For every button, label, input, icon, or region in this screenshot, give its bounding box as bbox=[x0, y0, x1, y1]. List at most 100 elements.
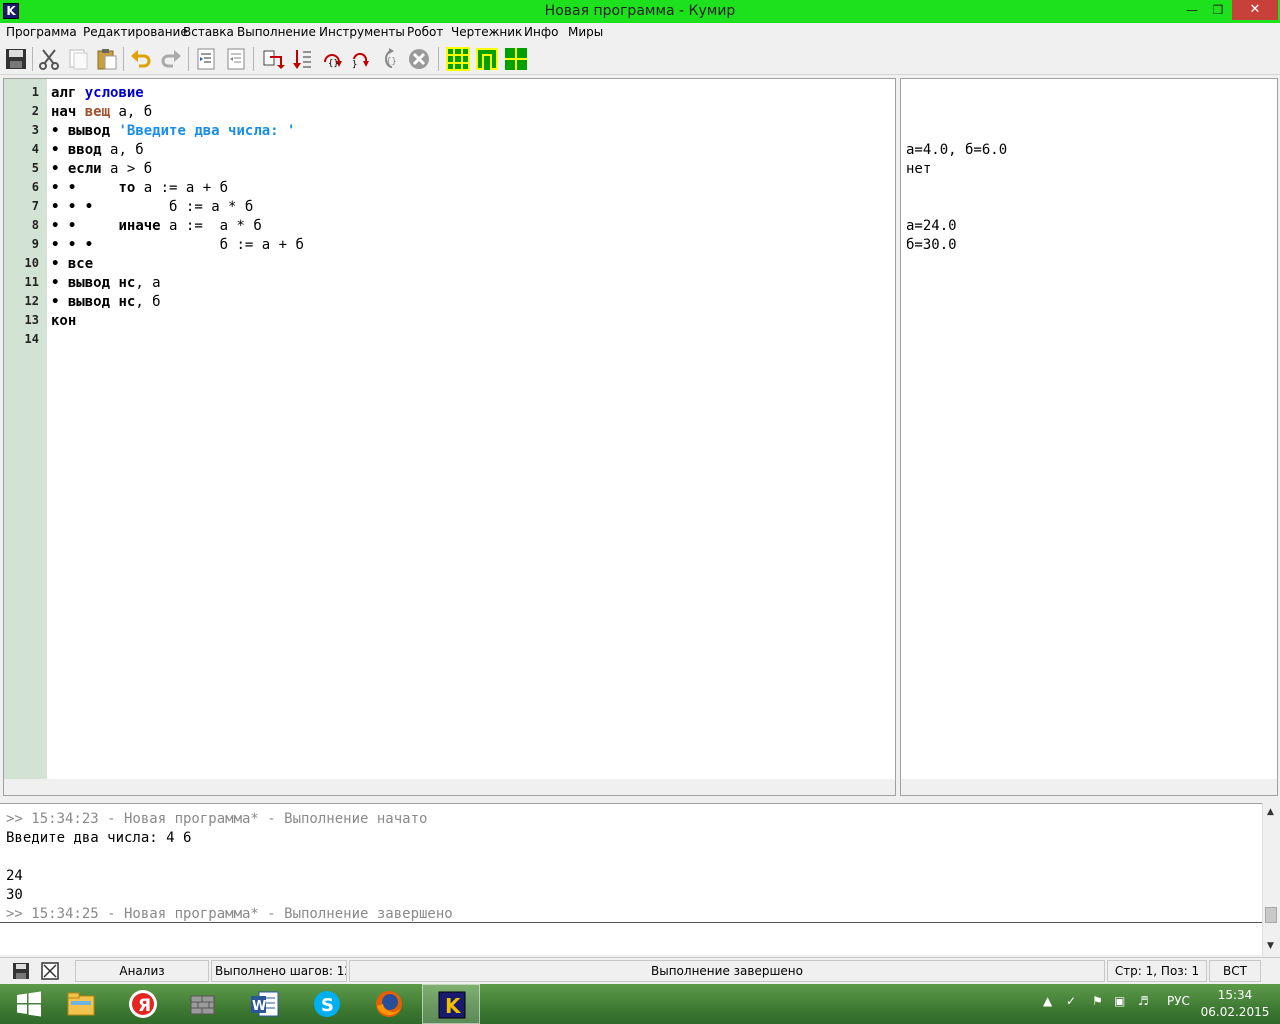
cut-icon[interactable] bbox=[37, 47, 61, 71]
analysis-button[interactable]: Анализ bbox=[75, 960, 209, 982]
scroll-down-icon[interactable]: ▼ bbox=[1267, 941, 1274, 951]
windows-taskbar: Я W S K ▲ ✓ ⚑ ▣ ♬ РУС 15:34 06.02.2015 bbox=[0, 984, 1280, 1024]
scroll-up-icon[interactable]: ▲ bbox=[1267, 807, 1274, 817]
menu-drawer[interactable]: Чертежник bbox=[451, 25, 522, 39]
line-number: 13 bbox=[24, 313, 39, 327]
console-separator bbox=[0, 922, 1262, 923]
insert-mode[interactable]: ВСТ bbox=[1209, 960, 1261, 982]
code-line[interactable]: • вывод нс, а bbox=[51, 275, 161, 291]
run-icon[interactable] bbox=[261, 47, 285, 71]
margin-value: б=30.0 bbox=[906, 237, 957, 253]
output-console[interactable]: >> 15:34:23 - Новая программа* - Выполне… bbox=[0, 803, 1262, 955]
undo-icon[interactable] bbox=[129, 47, 153, 71]
indent-icon[interactable] bbox=[194, 47, 218, 71]
code-line[interactable]: • • то а := а + б bbox=[51, 180, 228, 196]
explorer-icon[interactable] bbox=[52, 984, 110, 1024]
save-icon[interactable] bbox=[4, 47, 28, 71]
minimize-button[interactable]: — bbox=[1180, 0, 1204, 20]
network-tray-icon[interactable]: ✓ bbox=[1066, 994, 1076, 1008]
svg-text:{}: {} bbox=[386, 57, 397, 67]
step-over-icon[interactable] bbox=[290, 47, 314, 71]
code-line[interactable]: кон bbox=[51, 313, 76, 329]
editor-horizontal-scrollbar[interactable] bbox=[4, 779, 895, 795]
step-icon[interactable]: {} bbox=[378, 47, 402, 71]
svg-text:W: W bbox=[252, 999, 266, 1014]
svg-text:S: S bbox=[321, 995, 334, 1016]
paste-icon[interactable] bbox=[95, 47, 119, 71]
unindent-icon[interactable] bbox=[224, 47, 248, 71]
margin-value: а=24.0 bbox=[906, 218, 957, 234]
redo-icon[interactable] bbox=[159, 47, 183, 71]
volume-tray-icon[interactable]: ♬ bbox=[1138, 994, 1149, 1008]
close-button[interactable]: ✕ bbox=[1232, 0, 1278, 20]
code-line[interactable]: • вывод 'Введите два числа: ' bbox=[51, 123, 295, 139]
line-number: 4 bbox=[31, 142, 39, 156]
kumir-window: K Новая программа - Кумир — ❐ ✕ Программ… bbox=[0, 0, 1280, 1024]
code-line[interactable]: алг условие bbox=[51, 85, 144, 101]
menu-edit[interactable]: Редактирование bbox=[83, 25, 188, 39]
scroll-thumb[interactable] bbox=[1265, 907, 1277, 923]
console-line: 30 bbox=[6, 887, 23, 903]
drawer-field-icon[interactable] bbox=[504, 47, 528, 71]
maximize-button[interactable]: ❐ bbox=[1206, 0, 1230, 20]
menu-program[interactable]: Программа bbox=[6, 25, 77, 39]
clock-date: 06.02.2015 bbox=[1200, 1005, 1270, 1019]
status-message: Выполнение завершено bbox=[349, 960, 1105, 982]
console-line: >> 15:34:23 - Новая программа* - Выполне… bbox=[6, 811, 428, 827]
console-vertical-scrollbar[interactable]: ▲ ▼ bbox=[1262, 803, 1279, 955]
step-into-icon[interactable]: {} bbox=[320, 47, 344, 71]
code-line[interactable]: • • • б := а + б bbox=[51, 237, 304, 253]
values-margin: а=4.0, б=6.0 нет а=24.0 б=30.0 bbox=[900, 78, 1278, 796]
console-line: 24 bbox=[6, 868, 23, 884]
copy-icon[interactable] bbox=[66, 47, 90, 71]
svg-text:{}: {} bbox=[328, 59, 339, 69]
code-line[interactable]: • вывод нс, б bbox=[51, 294, 161, 310]
menu-robot[interactable]: Робот bbox=[407, 25, 443, 39]
code-line[interactable]: • ввод а, б bbox=[51, 142, 144, 158]
menu-insert[interactable]: Вставка bbox=[183, 25, 234, 39]
code-line[interactable]: • все bbox=[51, 256, 93, 272]
step-out-icon[interactable]: } bbox=[348, 47, 372, 71]
skype-icon[interactable]: S bbox=[298, 984, 356, 1024]
clear-output-icon[interactable] bbox=[41, 962, 59, 980]
console-line: Введите два числа: 4 6 bbox=[6, 830, 192, 846]
menu-run[interactable]: Выполнение bbox=[237, 25, 316, 39]
menu-bar: Программа Редактирование Вставка Выполне… bbox=[0, 23, 1280, 43]
margin-horizontal-scrollbar[interactable] bbox=[901, 779, 1277, 795]
svg-text:Я: Я bbox=[138, 996, 151, 1016]
yandex-browser-icon[interactable]: Я bbox=[114, 984, 172, 1024]
input-language[interactable]: РУС bbox=[1167, 994, 1190, 1008]
svg-text:K: K bbox=[445, 994, 462, 1018]
status-bar: Анализ Выполнено шагов: 12 Выполнение за… bbox=[0, 957, 1280, 984]
menu-info[interactable]: Инфо bbox=[524, 25, 558, 39]
line-number: 10 bbox=[24, 256, 39, 270]
tray-expand-icon[interactable]: ▲ bbox=[1043, 994, 1052, 1008]
margin-value: нет bbox=[906, 161, 932, 177]
line-number: 8 bbox=[31, 218, 39, 232]
word-icon[interactable]: W bbox=[236, 984, 294, 1024]
menu-worlds[interactable]: Миры bbox=[568, 25, 603, 39]
program-editor[interactable]: 1 2 3 4 5 6 7 8 9 10 11 12 13 14 алг усл… bbox=[3, 78, 896, 796]
title-bar: K Новая программа - Кумир — ❐ ✕ bbox=[0, 0, 1280, 23]
save-output-icon[interactable] bbox=[12, 962, 30, 980]
line-number: 5 bbox=[31, 161, 39, 175]
code-line[interactable]: • если а > б bbox=[51, 161, 152, 177]
monitor-tray-icon[interactable]: ▣ bbox=[1114, 994, 1125, 1008]
start-button[interactable] bbox=[0, 984, 58, 1024]
firewall-icon[interactable] bbox=[174, 984, 232, 1024]
line-number: 2 bbox=[31, 104, 39, 118]
margin-value: а=4.0, б=6.0 bbox=[906, 142, 1008, 158]
code-line[interactable]: • • • б := а * б bbox=[51, 199, 253, 215]
code-line[interactable]: нач вещ а, б bbox=[51, 104, 152, 120]
flag-tray-icon[interactable]: ⚑ bbox=[1092, 994, 1103, 1008]
menu-tools[interactable]: Инструменты bbox=[319, 25, 405, 39]
kumir-icon[interactable]: K bbox=[422, 984, 480, 1024]
stop-icon[interactable] bbox=[407, 47, 431, 71]
robot-field-border-icon[interactable] bbox=[475, 47, 499, 71]
clock[interactable]: 15:34 06.02.2015 bbox=[1196, 987, 1274, 1021]
firefox-icon[interactable] bbox=[360, 984, 418, 1024]
cursor-position: Стр: 1, Поз: 1 bbox=[1107, 960, 1207, 982]
robot-field-icon[interactable] bbox=[446, 47, 470, 71]
code-line[interactable]: • • иначе а := а * б bbox=[51, 218, 262, 234]
clock-time: 15:34 bbox=[1217, 988, 1253, 1002]
